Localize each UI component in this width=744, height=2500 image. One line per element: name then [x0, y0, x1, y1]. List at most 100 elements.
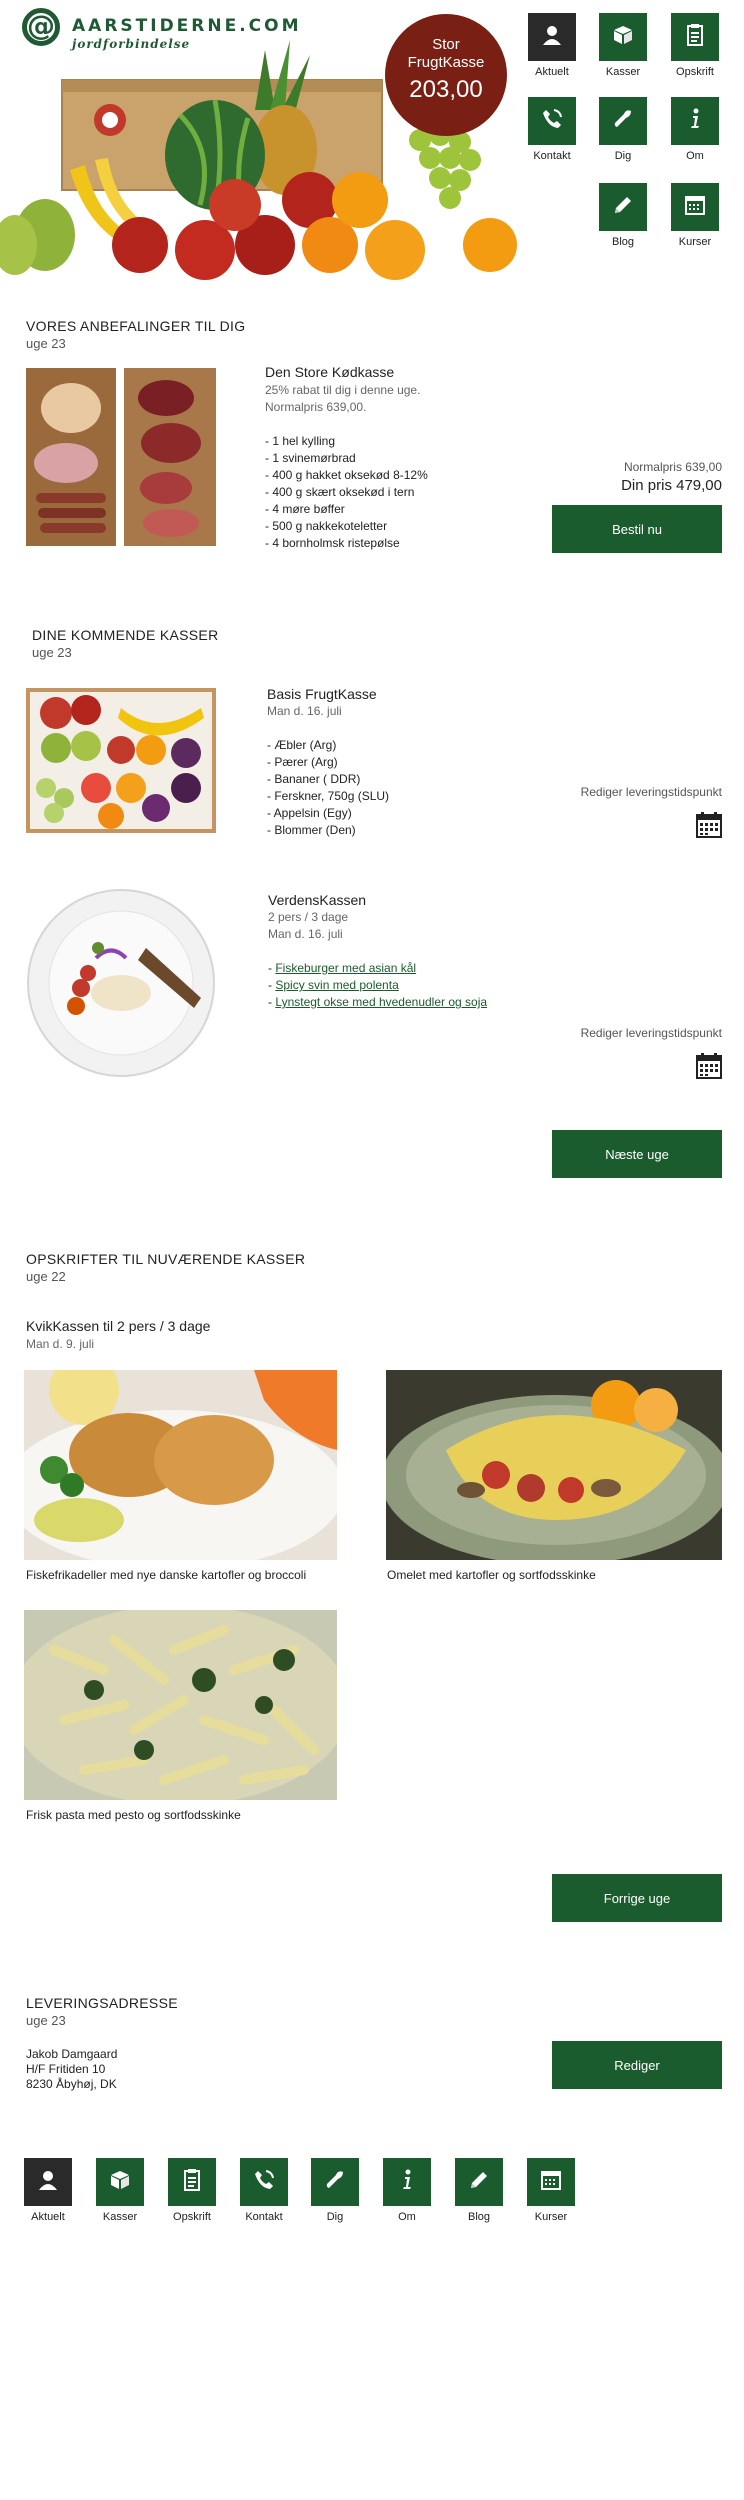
recipe-image-omelet[interactable] — [381, 1370, 731, 1565]
bottom-nav-label[interactable]: Blog — [444, 2211, 514, 2223]
recipe-image-pasta[interactable] — [10, 1605, 350, 1805]
meat-box-image — [26, 368, 216, 546]
recipe-link[interactable]: Fiskeburger med asian kål — [275, 961, 416, 975]
pencil-icon — [611, 193, 635, 222]
upcoming-title: DINE KOMMENDE KASSER — [32, 627, 219, 643]
wrench-icon — [611, 107, 635, 136]
next-week-button[interactable]: Næste uge — [552, 1130, 722, 1178]
top-nav-label[interactable]: Aktuelt — [517, 66, 587, 78]
box1-title[interactable]: Basis FrugtKasse — [267, 686, 377, 702]
top-nav-kasser-button[interactable] — [599, 13, 647, 61]
top-nav-label[interactable]: Dig — [588, 150, 658, 162]
normal-price: Normalpris 639,00 — [623, 460, 722, 474]
top-nav-aktuelt-button[interactable] — [528, 13, 576, 61]
top-nav-kontakt-button[interactable] — [528, 97, 576, 145]
box1-edit-delivery-link[interactable]: Rediger leveringstidspunkt — [581, 785, 722, 799]
your-price: Din pris 479,00 — [621, 477, 722, 494]
top-nav-blog-button[interactable] — [599, 183, 647, 231]
bottom-nav-label[interactable]: Kurser — [516, 2211, 586, 2223]
phone-icon — [252, 2168, 276, 2197]
address-city: 8230 Åbyhøj, DK — [26, 2077, 117, 2091]
top-nav-label[interactable]: Kontakt — [517, 150, 587, 162]
box2-edit-delivery-link[interactable]: Rediger leveringstidspunkt — [581, 1026, 722, 1040]
user-icon — [540, 23, 564, 52]
box1-calendar-icon[interactable] — [696, 812, 722, 843]
list-item: - Æbler (Arg) — [267, 738, 337, 752]
box-icon — [611, 23, 635, 52]
list-item: - 1 svinemørbrad — [265, 451, 356, 465]
recipe-link[interactable]: Lynstegt okse med hvedenudler og soja — [275, 995, 487, 1009]
promo-price: 203,00 — [409, 76, 483, 103]
bottom-nav-opskrift-button[interactable] — [168, 2158, 216, 2206]
recommend-normalprice-text: Normalpris 639,00. — [265, 400, 367, 414]
top-nav-label[interactable]: Kasser — [588, 66, 658, 78]
top-nav-opskrift-button[interactable] — [671, 13, 719, 61]
address-title: LEVERINGSADRESSE — [26, 1995, 178, 2011]
box2-recipes: - Fiskeburger med asian kål - Spicy svin… — [268, 960, 487, 1011]
user-icon — [36, 2168, 60, 2197]
bottom-nav-dig-button[interactable] — [311, 2158, 359, 2206]
pencil-icon — [467, 2168, 491, 2197]
bottom-nav-aktuelt-button[interactable] — [24, 2158, 72, 2206]
top-nav-label[interactable]: Opskrift — [660, 66, 730, 78]
top-nav-dig-button[interactable] — [599, 97, 647, 145]
box-icon — [108, 2168, 132, 2197]
bottom-nav-kontakt-button[interactable] — [240, 2158, 288, 2206]
recipe-caption-fish[interactable]: Fiskefrikadeller med nye danske kartofle… — [26, 1568, 306, 1582]
recipe-icon — [180, 2168, 204, 2197]
recommend-discount: 25% rabat til dig i denne uge. — [265, 383, 421, 397]
bottom-nav-blog-button[interactable] — [455, 2158, 503, 2206]
list-item: - Spicy svin med polenta — [268, 978, 399, 992]
recipes-week: uge 22 — [26, 1269, 66, 1284]
recipe-image-fish[interactable] — [4, 1355, 344, 1570]
box2-calendar-icon[interactable] — [696, 1053, 722, 1084]
bottom-nav-label[interactable]: Opskrift — [157, 2211, 227, 2223]
list-item: - 500 g nakkekoteletter — [265, 519, 388, 533]
bottom-nav-label[interactable]: Dig — [300, 2211, 370, 2223]
recipe-link[interactable]: Spicy svin med polenta — [275, 978, 398, 992]
bottom-nav-label[interactable]: Aktuelt — [13, 2211, 83, 2223]
list-item: - Ferskner, 750g (SLU) — [267, 789, 390, 803]
top-nav-om-button[interactable] — [671, 97, 719, 145]
promo-title-line1: Stor — [432, 36, 460, 53]
box2-title[interactable]: VerdensKassen — [268, 892, 366, 908]
list-item: - Bananer ( DDR) — [267, 772, 361, 786]
recipes-title: OPSKRIFTER TIL NUVÆRENDE KASSER — [26, 1251, 306, 1267]
brand-name[interactable]: AARSTIDERNE.COM — [72, 16, 302, 36]
recommend-title: VORES ANBEFALINGER TIL DIG — [26, 318, 246, 334]
promo-badge[interactable]: Stor FrugtKasse 203,00 — [385, 14, 507, 136]
world-box-image — [26, 888, 216, 1078]
list-item: - 400 g skært oksekød i tern — [265, 485, 415, 499]
address-week: uge 23 — [26, 2013, 66, 2028]
bottom-nav-kasser-button[interactable] — [96, 2158, 144, 2206]
list-item: - Pærer (Arg) — [267, 755, 338, 769]
edit-address-button[interactable]: Rediger — [552, 2041, 722, 2089]
top-nav-label[interactable]: Kurser — [660, 236, 730, 248]
recommend-contents: - 1 hel kylling - 1 svinemørbrad - 400 g… — [265, 433, 428, 552]
top-nav-kurser-button[interactable] — [671, 183, 719, 231]
address-street: H/F Fritiden 10 — [26, 2062, 106, 2076]
list-item: - Appelsin (Egy) — [267, 806, 352, 820]
bottom-nav-label[interactable]: Om — [372, 2211, 442, 2223]
top-nav-label[interactable]: Blog — [588, 236, 658, 248]
info-icon — [395, 2168, 419, 2197]
info-icon — [683, 107, 707, 136]
recipe-icon — [683, 23, 707, 52]
bottom-nav-kurser-button[interactable] — [527, 2158, 575, 2206]
bottom-nav-label[interactable]: Kasser — [85, 2211, 155, 2223]
bottom-nav-label[interactable]: Kontakt — [229, 2211, 299, 2223]
list-item: - 400 g hakket oksekød 8-12% — [265, 468, 428, 482]
recipe-caption-omelet[interactable]: Omelet med kartofler og sortfodsskinke — [387, 1568, 596, 1582]
box1-date: Man d. 16. juli — [267, 704, 342, 718]
order-now-button[interactable]: Bestil nu — [552, 505, 722, 553]
wrench-icon — [323, 2168, 347, 2197]
recipe-caption-pasta[interactable]: Frisk pasta med pesto og sortfodsskinke — [26, 1808, 241, 1822]
previous-week-button[interactable]: Forrige uge — [552, 1874, 722, 1922]
top-nav-label[interactable]: Om — [660, 150, 730, 162]
recipes-box-title: KvikKassen til 2 pers / 3 dage — [26, 1318, 211, 1334]
address-name: Jakob Damgaard — [26, 2047, 118, 2061]
recommend-item-title[interactable]: Den Store Kødkasse — [265, 364, 394, 380]
upcoming-week: uge 23 — [32, 645, 72, 660]
calendar-icon — [539, 2168, 563, 2197]
bottom-nav-om-button[interactable] — [383, 2158, 431, 2206]
